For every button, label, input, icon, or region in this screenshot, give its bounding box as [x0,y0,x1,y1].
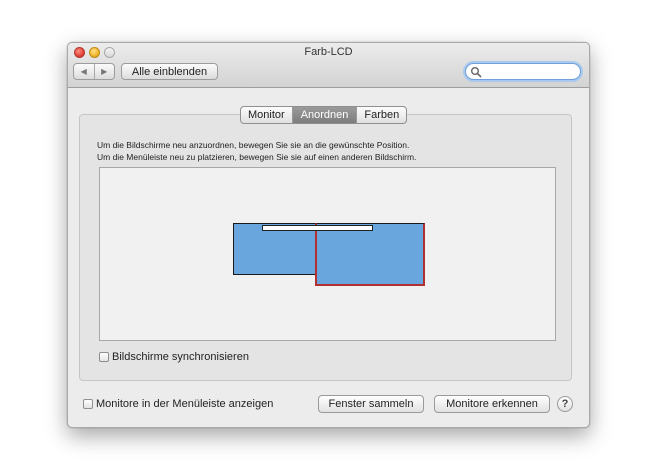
help-button[interactable]: ? [557,396,573,412]
tab-farben[interactable]: Farben [356,107,406,123]
instruction-line-1: Um die Bildschirme neu anzuordnen, beweg… [97,140,410,150]
detect-displays-button[interactable]: Monitore erkennen [434,395,550,413]
instructions: Um die Bildschirme neu anzuordnen, beweg… [97,139,416,163]
nav-buttons: ◀ ▶ [73,63,115,80]
show-in-menubar-label: Monitore in der Menüleiste anzeigen [96,398,274,410]
show-in-menubar-option[interactable]: Monitore in der Menüleiste anzeigen [83,398,273,410]
tab-bar: Monitor Anordnen Farben [240,106,408,124]
search-input[interactable] [482,65,574,78]
titlebar: Farb-LCD ◀ ▶ Alle einblenden [68,43,589,88]
menu-bar-handle[interactable] [262,225,373,231]
chevron-right-icon: ▶ [101,67,108,76]
mirror-displays-checkbox[interactable] [99,352,109,362]
main-display[interactable] [315,223,425,286]
search-icon [471,67,482,78]
chevron-left-icon: ◀ [80,67,87,76]
mirror-displays-option[interactable]: Bildschirme synchronisieren [99,351,249,363]
gather-windows-button[interactable]: Fenster sammeln [318,395,424,413]
mirror-displays-label: Bildschirme synchronisieren [112,351,249,363]
instruction-line-2: Um die Menüleiste neu zu platzieren, bew… [97,152,417,162]
search-field[interactable] [465,63,581,80]
show-in-menubar-checkbox[interactable] [83,399,93,409]
window-title: Farb-LCD [304,46,353,58]
preferences-window: Farb-LCD ◀ ▶ Alle einblenden Monitor Ano… [67,42,590,428]
back-button[interactable]: ◀ [74,64,94,79]
display-arrangement-area [99,167,556,341]
forward-button[interactable]: ▶ [93,64,115,79]
tab-anordnen[interactable]: Anordnen [291,107,357,123]
show-all-button[interactable]: Alle einblenden [121,63,218,80]
tab-monitor[interactable]: Monitor [241,107,292,123]
